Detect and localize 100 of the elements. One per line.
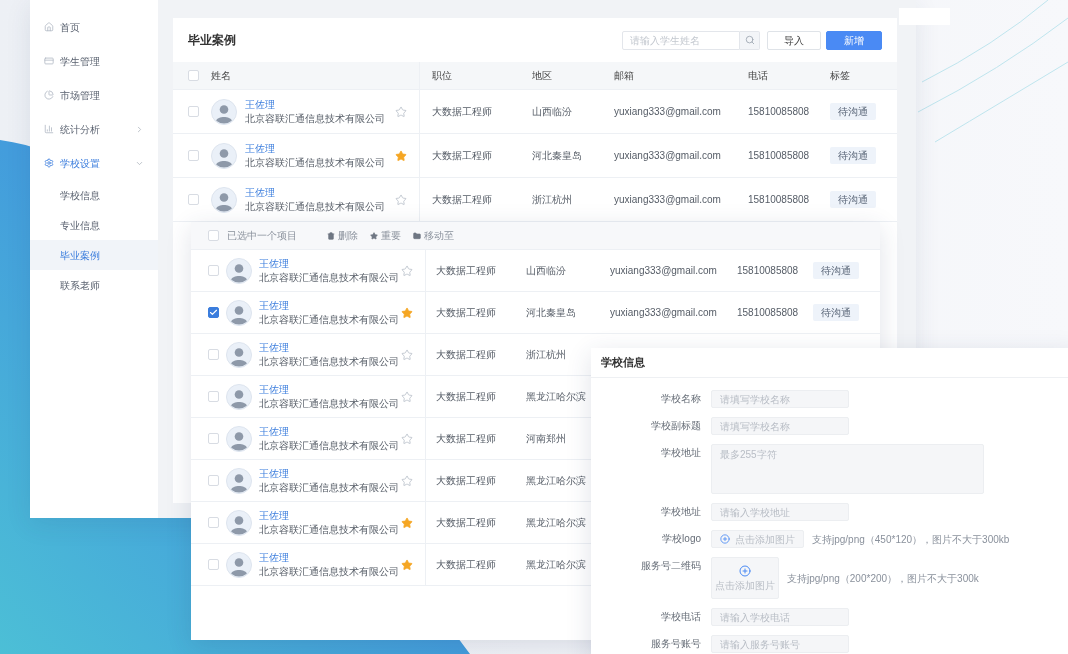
company-name: 北京容联汇通信息技术有限公司 xyxy=(259,439,399,452)
sidebar-subitem[interactable]: 联系老师 xyxy=(30,270,158,300)
company-name: 北京容联汇通信息技术有限公司 xyxy=(259,565,399,578)
company-name: 北京容联汇通信息技术有限公司 xyxy=(259,355,399,368)
table-cell-text: 15810085808 xyxy=(737,264,799,278)
star-icon[interactable] xyxy=(401,264,413,277)
company-name: 北京容联汇通信息技术有限公司 xyxy=(259,313,399,326)
check-icon xyxy=(209,308,218,317)
avatar-icon xyxy=(226,551,252,578)
column-header: 邮箱 xyxy=(614,69,634,83)
action-button[interactable]: 新增 xyxy=(826,30,882,50)
home-icon xyxy=(44,22,54,32)
sidebar-item[interactable]: 市场管理 xyxy=(30,78,158,112)
star-icon[interactable] xyxy=(401,558,413,571)
table-cell-text: 大数据工程师 xyxy=(436,432,496,446)
avatar-icon xyxy=(226,299,252,326)
bar-chart-icon xyxy=(44,124,54,134)
company-name: 北京容联汇通信息技术有限公司 xyxy=(259,397,399,410)
status-tag: 待沟通 xyxy=(830,103,876,120)
table-cell-text: 大数据工程师 xyxy=(436,558,496,572)
sidebar-item[interactable]: 学校设置 xyxy=(30,146,158,180)
upload-hint: 支持jpg/png（450*120），图片不大于300kb xyxy=(812,532,1010,547)
table-cell-text: 山西临汾 xyxy=(526,264,566,278)
name-link[interactable]: 王佐理 xyxy=(259,341,289,354)
company-name: 北京容联汇通信息技术有限公司 xyxy=(245,112,385,125)
plus-circle-icon xyxy=(720,534,730,544)
field-label: 学校地址 xyxy=(661,505,701,519)
checkbox[interactable] xyxy=(208,307,219,318)
table-cell-text: 大数据工程师 xyxy=(432,149,492,163)
table-cell-text: 黑龙江哈尔滨 xyxy=(526,474,586,488)
sidebar-subitem[interactable]: 毕业案例 xyxy=(30,240,158,270)
field-label: 服务号账号 xyxy=(651,637,701,651)
folder-icon xyxy=(413,231,421,240)
table-cell-text: 浙江杭州 xyxy=(532,193,572,207)
sidebar-subitem[interactable]: 专业信息 xyxy=(30,210,158,240)
column-header: 职位 xyxy=(432,69,452,83)
toolbar-button[interactable]: 删除 xyxy=(327,228,358,243)
table-cell-text: 15810085808 xyxy=(748,193,810,207)
name-link[interactable]: 王佐理 xyxy=(245,186,275,199)
avatar-icon xyxy=(226,467,252,494)
table-cell-text: 山西临汾 xyxy=(532,105,572,119)
field-label: 学校电话 xyxy=(661,610,701,624)
company-name: 北京容联汇通信息技术有限公司 xyxy=(245,200,385,213)
sidebar-item[interactable]: 首页 xyxy=(30,10,158,44)
company-name: 北京容联汇通信息技术有限公司 xyxy=(259,481,399,494)
star-icon[interactable] xyxy=(401,348,413,361)
table-cell-text: 15810085808 xyxy=(748,105,810,119)
name-link[interactable]: 王佐理 xyxy=(259,509,289,522)
company-name: 北京容联汇通信息技术有限公司 xyxy=(245,156,385,169)
star-icon[interactable] xyxy=(395,105,407,118)
table-cell-text: yuxiang333@gmail.com xyxy=(610,306,717,320)
name-link[interactable]: 王佐理 xyxy=(259,383,289,396)
avatar-icon xyxy=(226,257,252,284)
name-link[interactable]: 王佐理 xyxy=(259,299,289,312)
sidebar-item[interactable]: 统计分析 xyxy=(30,112,158,146)
table-cell-text: 河北秦皇岛 xyxy=(532,149,582,163)
avatar-icon xyxy=(226,383,252,410)
name-link[interactable]: 王佐理 xyxy=(259,551,289,564)
table-cell-text: 大数据工程师 xyxy=(432,193,492,207)
star-icon[interactable] xyxy=(401,390,413,403)
star-icon[interactable] xyxy=(401,306,413,319)
table-cell-text: 大数据工程师 xyxy=(436,348,496,362)
search-button[interactable] xyxy=(740,30,760,50)
table-cell-text: 大数据工程师 xyxy=(436,390,496,404)
star-icon[interactable] xyxy=(395,193,407,206)
star-icon[interactable] xyxy=(395,149,407,162)
star-icon[interactable] xyxy=(401,432,413,445)
table-cell-text: 黑龙江哈尔滨 xyxy=(526,390,586,404)
table-cell-text: yuxiang333@gmail.com xyxy=(614,193,721,207)
sidebar-item[interactable]: 学生管理 xyxy=(30,44,158,78)
table-cell-text: 黑龙江哈尔滨 xyxy=(526,516,586,530)
column-header: 电话 xyxy=(748,69,768,83)
star-icon xyxy=(370,231,378,240)
avatar-icon xyxy=(226,341,252,368)
column-header: 地区 xyxy=(532,69,552,83)
toolbar-button[interactable]: 重要 xyxy=(370,228,401,243)
table-cell-text: 大数据工程师 xyxy=(436,516,496,530)
table-cell-text: 大数据工程师 xyxy=(436,264,496,278)
name-link[interactable]: 王佐理 xyxy=(245,98,275,111)
field-label: 服务号二维码 xyxy=(641,559,701,573)
name-link[interactable]: 王佐理 xyxy=(259,467,289,480)
avatar-icon xyxy=(226,425,252,452)
status-tag: 待沟通 xyxy=(830,147,876,164)
star-icon[interactable] xyxy=(401,516,413,529)
trash-icon xyxy=(327,231,335,240)
status-tag: 待沟通 xyxy=(830,191,876,208)
upload-hint: 支持jpg/png（200*200），图片不大于300k xyxy=(787,571,979,586)
name-link[interactable]: 王佐理 xyxy=(245,142,275,155)
name-link[interactable]: 王佐理 xyxy=(259,425,289,438)
avatar-icon xyxy=(226,509,252,536)
table-cell-text: 大数据工程师 xyxy=(432,105,492,119)
sidebar-subitem[interactable]: 学校信息 xyxy=(30,180,158,210)
table-cell-text: 浙江杭州 xyxy=(526,348,566,362)
name-link[interactable]: 王佐理 xyxy=(259,257,289,270)
selection-status: 已选中一个项目 xyxy=(227,229,297,243)
star-icon[interactable] xyxy=(401,474,413,487)
action-button[interactable]: 导入 xyxy=(767,30,821,50)
page-title: 毕业案例 xyxy=(188,32,236,49)
toolbar-button[interactable]: 移动至 xyxy=(413,228,454,243)
settings-icon xyxy=(44,158,54,168)
